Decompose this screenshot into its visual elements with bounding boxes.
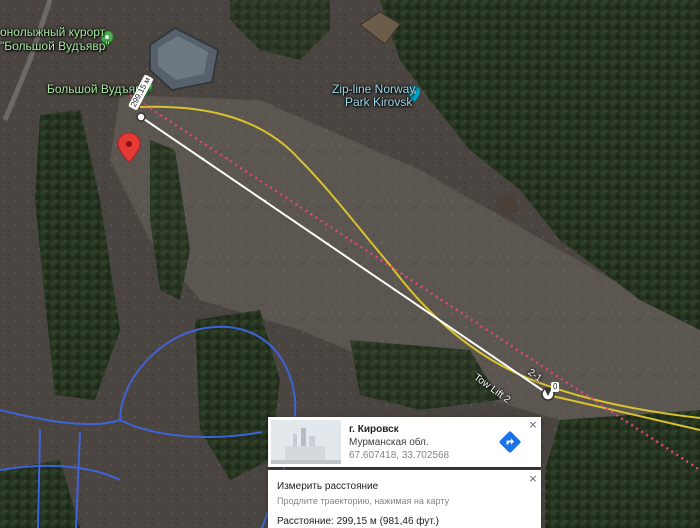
poi-label-ski-resort-name: "Большой Вудъявр" <box>0 39 110 53</box>
measure-distance-card[interactable]: Измерить расстояние Продлите траекторию,… <box>268 470 541 528</box>
forest-bottom-right <box>545 410 700 528</box>
directions-arrow-icon <box>499 431 521 453</box>
poi-label-ski-resort: онолыжный курорт <box>0 25 106 39</box>
measure-end-label: 0 <box>551 382 560 392</box>
measure-distance-value: Расстояние: 299,15 м (981,46 фут.) <box>277 516 439 527</box>
measure-title: Измерить расстояние <box>277 481 379 492</box>
place-title: г. Кировск <box>349 424 399 435</box>
measure-card-close-button[interactable]: × <box>527 473 539 485</box>
measure-hint: Продлите траекторию, нажимая на карту <box>277 496 450 506</box>
directions-button[interactable] <box>498 430 522 454</box>
poi-label-zipline: Zip-line Norway <box>332 82 416 96</box>
place-region: Мурманская обл. <box>349 437 429 448</box>
city-thumbnail-icon <box>271 420 341 464</box>
poi-label-zipline-park: Park Kirovsk <box>345 95 413 109</box>
place-coordinates[interactable]: 67.607418, 33.702568 <box>349 450 449 461</box>
place-thumbnail[interactable] <box>271 420 341 464</box>
place-card-close-button[interactable]: × <box>527 419 539 431</box>
measure-start-node[interactable] <box>136 112 146 122</box>
